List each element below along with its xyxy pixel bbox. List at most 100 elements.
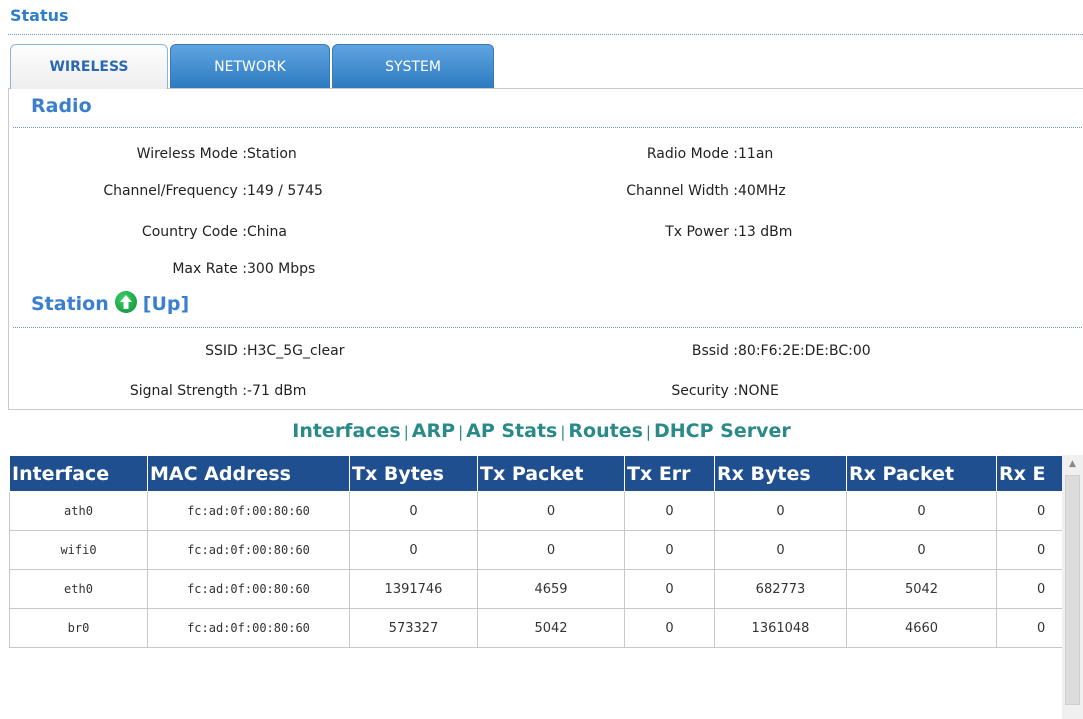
- station-section-title: Station [Up]: [31, 291, 190, 315]
- field-label: Max Rate :: [172, 261, 247, 277]
- field-value: Station: [247, 146, 297, 162]
- field-label: SSID :: [205, 343, 247, 359]
- cell-rx-bytes: 0: [714, 491, 847, 531]
- cell-rx-err: 0: [996, 491, 1062, 531]
- table-row: ath0 fc:ad:0f:00:80:60 0 0 0 0 0 0: [9, 491, 1062, 531]
- scrollbar-thumb[interactable]: [1065, 475, 1080, 705]
- station-title-text: Station: [31, 293, 109, 315]
- field-label: Tx Power :: [665, 224, 738, 240]
- cell-interface: eth0: [9, 569, 148, 609]
- cell-tx-err: 0: [624, 608, 715, 648]
- table-header-row: Interface MAC Address Tx Bytes Tx Packet…: [9, 455, 1062, 492]
- cell-tx-bytes: 573327: [349, 608, 478, 648]
- radio-divider: [13, 127, 1083, 128]
- field-value: 40MHz: [738, 183, 786, 199]
- interfaces-table: Interface MAC Address Tx Bytes Tx Packet…: [9, 455, 1062, 648]
- field-label: Radio Mode :: [646, 146, 738, 162]
- cell-tx-bytes: 1391746: [349, 569, 478, 609]
- cell-interface: ath0: [9, 491, 148, 531]
- field-channel-frequency: Channel/Frequency :149 / 5745: [9, 183, 323, 199]
- cell-tx-bytes: 0: [349, 491, 478, 531]
- cell-rx-err: 0: [996, 530, 1062, 570]
- field-label: Security :: [671, 383, 738, 399]
- cell-rx-bytes: 682773: [714, 569, 847, 609]
- field-value: 80:F6:2E:DE:BC:00: [738, 343, 871, 359]
- link-ap-stats[interactable]: AP Stats: [466, 420, 557, 442]
- cell-rx-packet: 0: [846, 530, 997, 570]
- link-interfaces[interactable]: Interfaces: [292, 420, 400, 442]
- interfaces-table-container: Interface MAC Address Tx Bytes Tx Packet…: [9, 455, 1062, 719]
- cell-tx-err: 0: [624, 491, 715, 531]
- field-value: 300 Mbps: [247, 261, 316, 277]
- col-header-rx-packet: Rx Packet: [846, 455, 997, 492]
- cell-interface: wifi0: [9, 530, 148, 570]
- cell-rx-bytes: 0: [714, 530, 847, 570]
- table-row: br0 fc:ad:0f:00:80:60 573327 5042 0 1361…: [9, 608, 1062, 648]
- station-status: [Up]: [142, 293, 190, 315]
- tab-network[interactable]: NETWORK: [170, 44, 330, 88]
- field-country-code: Country Code :China: [9, 224, 287, 240]
- cell-rx-err: 0: [996, 608, 1062, 648]
- col-header-rx-err: Rx E: [996, 455, 1062, 492]
- cell-tx-packet: 5042: [477, 608, 625, 648]
- status-page: Status WIRELESS NETWORK SYSTEM Radio Wir…: [0, 0, 1083, 719]
- link-dhcp-server[interactable]: DHCP Server: [654, 420, 791, 442]
- field-wireless-mode: Wireless Mode :Station: [9, 146, 297, 162]
- col-header-interface: Interface: [9, 455, 148, 492]
- field-value: 13 dBm: [738, 224, 793, 240]
- cell-tx-packet: 0: [477, 491, 625, 531]
- col-header-rx-bytes: Rx Bytes: [714, 455, 847, 492]
- radio-section-title: Radio: [31, 95, 92, 117]
- col-header-tx-bytes: Tx Bytes: [349, 455, 478, 492]
- col-header-tx-packet: Tx Packet: [477, 455, 625, 492]
- cell-tx-bytes: 0: [349, 530, 478, 570]
- field-label: Country Code :: [141, 224, 247, 240]
- field-value: China: [247, 224, 287, 240]
- station-divider: [13, 327, 1083, 328]
- table-scrollbar[interactable]: ▲: [1062, 455, 1083, 719]
- cell-rx-packet: 5042: [846, 569, 997, 609]
- cell-tx-packet: 0: [477, 530, 625, 570]
- field-value: 11an: [738, 146, 774, 162]
- cell-rx-packet: 0: [846, 491, 997, 531]
- link-routes[interactable]: Routes: [568, 420, 643, 442]
- scroll-up-arrow-icon[interactable]: ▲: [1062, 455, 1083, 473]
- tab-wireless[interactable]: WIRELESS: [10, 44, 168, 89]
- field-channel-width: Channel Width :40MHz: [509, 183, 786, 199]
- cell-rx-err: 0: [996, 569, 1062, 609]
- field-max-rate: Max Rate :300 Mbps: [9, 261, 315, 277]
- field-security: Security :NONE: [509, 383, 779, 399]
- cell-interface: br0: [9, 608, 148, 648]
- field-ssid: SSID :H3C_5G_clear: [9, 343, 345, 359]
- field-label: Bssid :: [691, 343, 738, 359]
- cell-rx-bytes: 1361048: [714, 608, 847, 648]
- cell-mac: fc:ad:0f:00:80:60: [147, 530, 350, 570]
- tab-system[interactable]: SYSTEM: [332, 44, 494, 88]
- field-value: 149 / 5745: [247, 183, 323, 199]
- cell-tx-err: 0: [624, 530, 715, 570]
- field-bssid: Bssid :80:F6:2E:DE:BC:00: [509, 343, 871, 359]
- link-separator: |: [560, 423, 566, 441]
- col-header-mac-address: MAC Address: [147, 455, 350, 492]
- wireless-panel: Radio Wireless Mode :Station Channel/Fre…: [8, 88, 1083, 410]
- stats-links-bar: Interfaces | ARP | AP Stats | Routes | DHCP Serv…: [0, 420, 1083, 442]
- cell-mac: fc:ad:0f:00:80:60: [147, 608, 350, 648]
- tab-bar: WIRELESS NETWORK SYSTEM: [10, 44, 494, 89]
- cell-rx-packet: 4660: [846, 608, 997, 648]
- field-tx-power: Tx Power :13 dBm: [509, 224, 792, 240]
- table-row: wifi0 fc:ad:0f:00:80:60 0 0 0 0 0 0: [9, 530, 1062, 570]
- cell-tx-err: 0: [624, 569, 715, 609]
- field-signal-strength: Signal Strength :-71 dBm: [9, 383, 307, 399]
- link-separator: |: [403, 423, 409, 441]
- field-value: NONE: [738, 383, 779, 399]
- up-arrow-icon: [114, 291, 137, 313]
- field-label: Channel/Frequency :: [103, 183, 247, 199]
- field-label: Channel Width :: [626, 183, 738, 199]
- field-value: H3C_5G_clear: [247, 343, 345, 359]
- field-radio-mode: Radio Mode :11an: [509, 146, 773, 162]
- cell-tx-packet: 4659: [477, 569, 625, 609]
- link-arp[interactable]: ARP: [412, 420, 455, 442]
- link-separator: |: [458, 423, 464, 441]
- field-value: -71 dBm: [247, 383, 307, 399]
- cell-mac: fc:ad:0f:00:80:60: [147, 491, 350, 531]
